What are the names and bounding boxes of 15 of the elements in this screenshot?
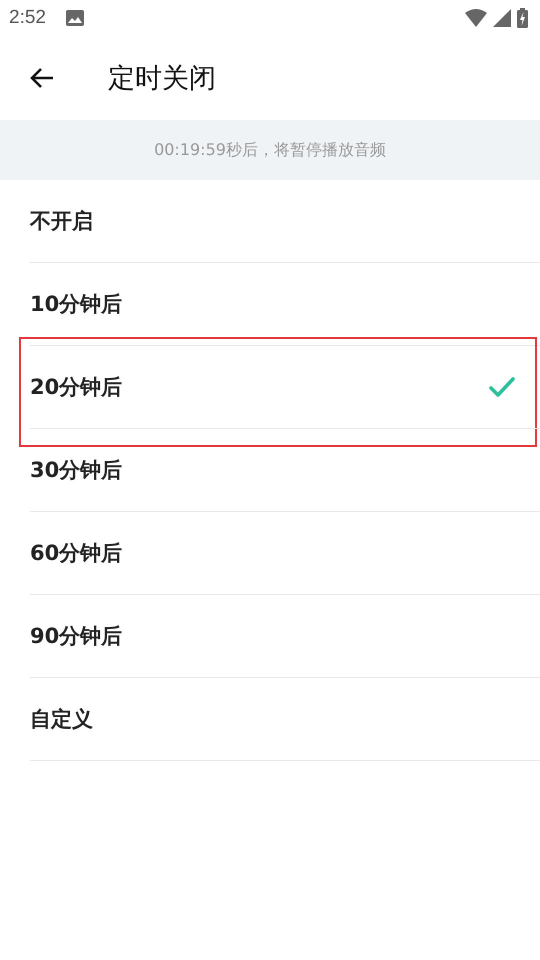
timer-option[interactable]: 不开启 xyxy=(30,180,540,263)
timer-option[interactable]: 20分钟后 xyxy=(30,346,540,429)
back-arrow-icon xyxy=(29,67,55,89)
signal-icon xyxy=(493,9,511,27)
timer-option[interactable]: 60分钟后 xyxy=(30,512,540,595)
timer-option[interactable]: 自定义 xyxy=(30,678,540,761)
timer-option[interactable]: 90分钟后 xyxy=(30,595,540,678)
timer-option[interactable]: 10分钟后 xyxy=(30,263,540,346)
battery-icon xyxy=(517,8,528,28)
wifi-icon xyxy=(465,9,487,27)
page-title: 定时关闭 xyxy=(108,62,216,96)
countdown-text: 00:19:59秒后，将暂停播放音频 xyxy=(154,140,386,160)
image-icon xyxy=(66,10,84,26)
timer-option[interactable]: 30分钟后 xyxy=(30,429,540,512)
status-time: 2:52 xyxy=(9,7,46,29)
